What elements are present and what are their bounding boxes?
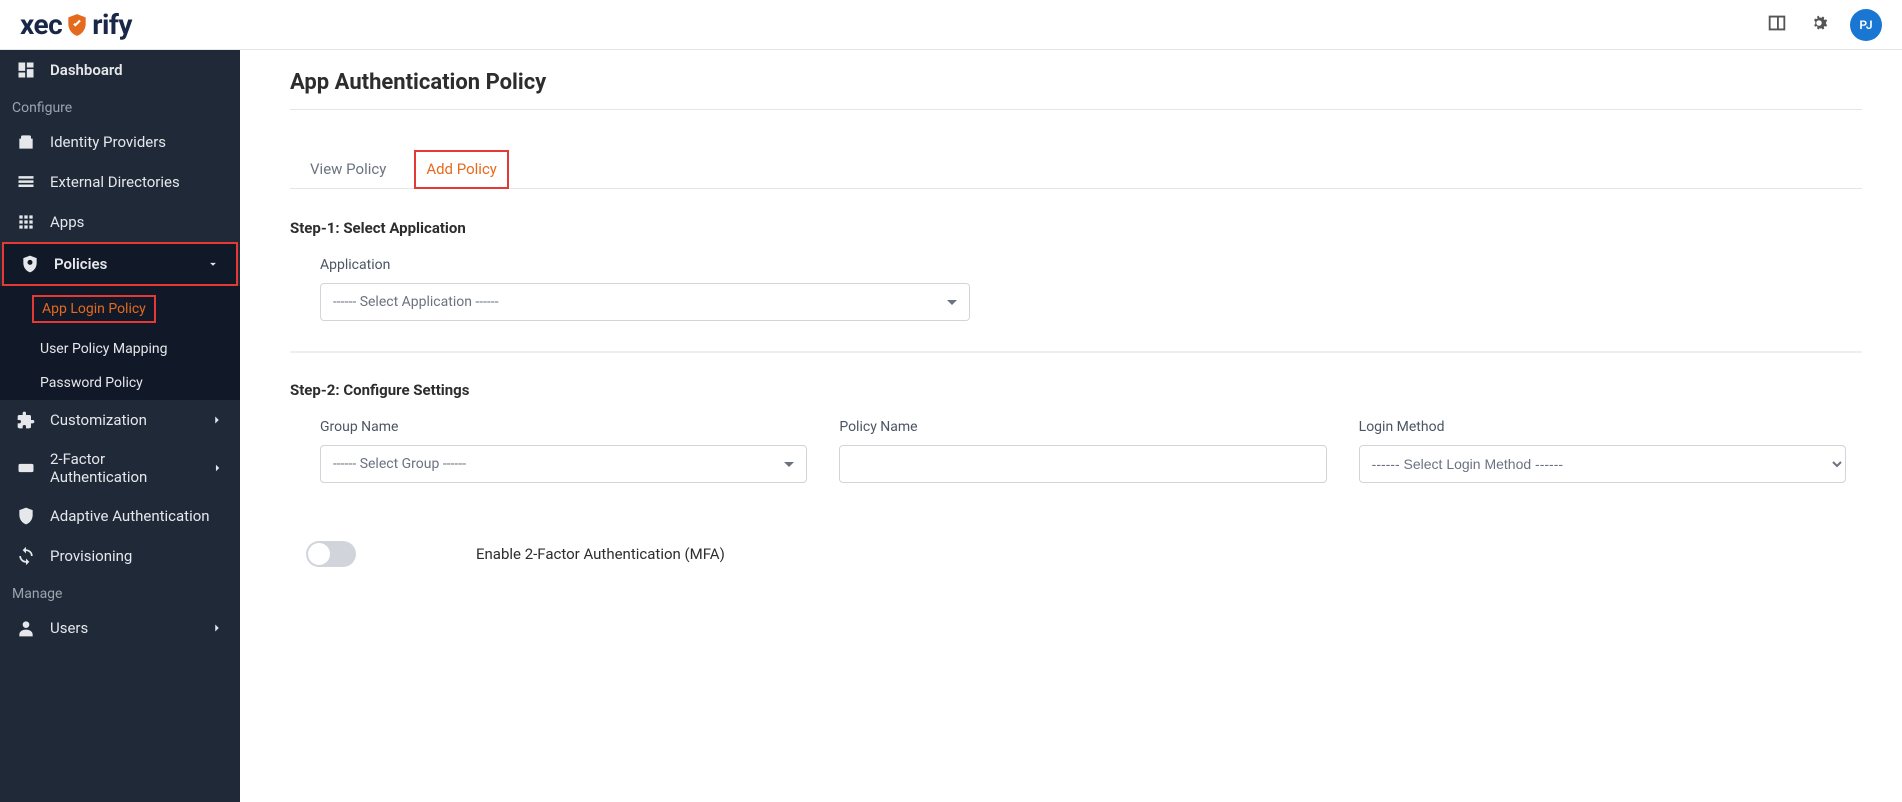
puzzle-icon: [16, 410, 36, 430]
shield-check-icon: [64, 12, 90, 38]
mfa-toggle[interactable]: [306, 541, 356, 567]
sidebar-item-two-factor[interactable]: 2-Factor Authentication: [0, 440, 240, 496]
logo-suffix: rify: [92, 8, 132, 41]
login-method-select[interactable]: ------ Select Login Method ------: [1359, 445, 1846, 483]
select-placeholder: ------ Select Application ------: [333, 294, 499, 310]
app-header: xec rify PJ: [0, 0, 1902, 50]
sidebar-sub-app-login-policy[interactable]: App Login Policy: [0, 286, 240, 332]
group-name-field: Group Name ------ Select Group ------: [320, 419, 807, 483]
policies-highlight-box: Policies: [2, 242, 238, 286]
main-content: App Authentication Policy View Policy Ad…: [240, 50, 1902, 802]
sidebar-item-dashboard[interactable]: Dashboard: [0, 50, 240, 90]
step-1-form: Application ------ Select Application --…: [290, 257, 1862, 352]
sidebar-label: Provisioning: [50, 547, 132, 565]
sidebar-section-configure: Configure: [0, 90, 240, 122]
step-2-title: Step-2: Configure Settings: [290, 381, 1862, 399]
login-method-field: Login Method ------ Select Login Method …: [1359, 419, 1846, 483]
sidebar-item-external-directories[interactable]: External Directories: [0, 162, 240, 202]
sidebar-sub-password-policy[interactable]: Password Policy: [0, 366, 240, 400]
header-actions: PJ: [1766, 9, 1882, 41]
policy-name-label: Policy Name: [839, 419, 1326, 435]
sidebar-sub-user-policy-mapping[interactable]: User Policy Mapping: [0, 332, 240, 366]
logo-prefix: xec: [20, 8, 62, 41]
sidebar: Dashboard Configure Identity Providers E…: [0, 50, 240, 802]
book-icon[interactable]: [1766, 12, 1788, 38]
sidebar-label: 2-Factor Authentication: [50, 450, 197, 486]
sidebar-section-manage: Manage: [0, 576, 240, 608]
caret-down-icon: [784, 462, 794, 467]
chevron-right-icon: [210, 621, 224, 635]
sidebar-item-provisioning[interactable]: Provisioning: [0, 536, 240, 576]
sidebar-sub-label: App Login Policy: [42, 301, 146, 317]
sidebar-item-customization[interactable]: Customization: [0, 400, 240, 440]
chevron-down-icon: [206, 257, 220, 271]
sidebar-item-adaptive-auth[interactable]: Adaptive Authentication: [0, 496, 240, 536]
sidebar-item-policies[interactable]: Policies: [4, 244, 236, 284]
step-1-title: Step-1: Select Application: [290, 219, 1862, 237]
page-title: App Authentication Policy: [290, 70, 1862, 110]
user-avatar[interactable]: PJ: [1850, 9, 1882, 41]
settings-row: Group Name ------ Select Group ------ Po…: [320, 419, 1846, 483]
list-icon: [16, 172, 36, 192]
select-placeholder: ------ Select Group ------: [333, 456, 466, 472]
application-select[interactable]: ------ Select Application ------: [320, 283, 970, 321]
step-2-block: Step-2: Configure Settings Group Name --…: [290, 381, 1862, 567]
sidebar-label: External Directories: [50, 173, 180, 191]
tab-view-policy[interactable]: View Policy: [306, 150, 390, 188]
sidebar-item-identity-providers[interactable]: Identity Providers: [0, 122, 240, 162]
sidebar-sub-label: Password Policy: [40, 375, 143, 391]
gear-icon[interactable]: [1808, 12, 1830, 38]
sidebar-label: Identity Providers: [50, 133, 166, 151]
sidebar-item-users[interactable]: Users: [0, 608, 240, 648]
chevron-right-icon: [210, 413, 224, 427]
divider: [290, 352, 1862, 353]
caret-down-icon: [947, 300, 957, 305]
tabs: View Policy Add Policy: [290, 150, 1862, 189]
apps-grid-icon: [16, 212, 36, 232]
mfa-toggle-row: Enable 2-Factor Authentication (MFA): [290, 541, 1862, 567]
sidebar-label: Apps: [50, 213, 84, 231]
sidebar-item-apps[interactable]: Apps: [0, 202, 240, 242]
step-1-block: Step-1: Select Application Application -…: [290, 219, 1862, 353]
application-label: Application: [320, 257, 1846, 273]
sync-icon: [16, 546, 36, 566]
sidebar-label: Dashboard: [50, 61, 123, 79]
policy-name-input[interactable]: [839, 445, 1326, 483]
shield-icon: [16, 506, 36, 526]
chevron-right-icon: [211, 461, 224, 475]
policy-name-field: Policy Name: [839, 419, 1326, 483]
sidebar-label: Customization: [50, 411, 147, 429]
group-name-label: Group Name: [320, 419, 807, 435]
sidebar-label: Users: [50, 619, 88, 637]
brand-logo: xec rify: [20, 8, 132, 41]
shield-search-icon: [20, 254, 40, 274]
sidebar-sub-label-highlight: App Login Policy: [32, 295, 156, 323]
dashboard-icon: [16, 60, 36, 80]
step-2-form: Group Name ------ Select Group ------ Po…: [290, 419, 1862, 513]
sidebar-label: Policies: [54, 255, 107, 273]
mfa-toggle-label: Enable 2-Factor Authentication (MFA): [476, 545, 725, 563]
user-icon: [16, 618, 36, 638]
tab-add-policy[interactable]: Add Policy: [414, 150, 509, 189]
login-method-label: Login Method: [1359, 419, 1846, 435]
password-icon: [16, 458, 36, 478]
sidebar-sub-label: User Policy Mapping: [40, 341, 167, 357]
sidebar-label: Adaptive Authentication: [50, 507, 210, 525]
briefcase-icon: [16, 132, 36, 152]
group-name-select[interactable]: ------ Select Group ------: [320, 445, 807, 483]
